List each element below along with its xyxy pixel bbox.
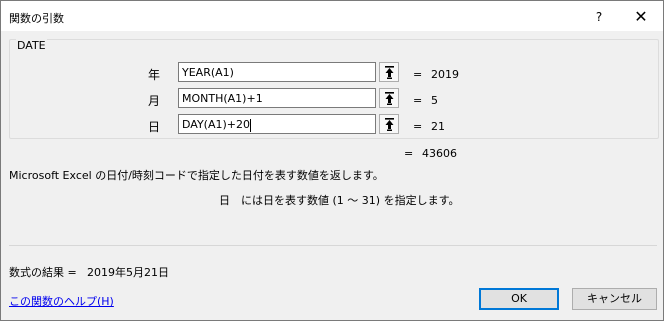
dialog-title: 関数の引数 bbox=[9, 12, 64, 25]
ok-button[interactable]: OK bbox=[479, 288, 559, 310]
title-bar: 関数の引数 ? ✕ bbox=[1, 1, 663, 31]
arg-input-year[interactable]: YEAR(A1) bbox=[178, 62, 376, 82]
arg-eq-month: = bbox=[413, 94, 423, 107]
arg-input-month[interactable]: MONTH(A1)+1 bbox=[178, 88, 376, 108]
arg-result-month: 5 bbox=[431, 94, 438, 107]
formula-result-label: 数式の結果 = bbox=[9, 266, 77, 279]
cancel-button[interactable]: キャンセル bbox=[572, 288, 657, 310]
function-result-eq: = bbox=[404, 147, 414, 160]
help-button[interactable]: ? bbox=[589, 7, 609, 27]
argument-description-text: には日を表す数値 (1 ～ 31) を指定します。 bbox=[241, 194, 460, 207]
arg-result-day: 21 bbox=[431, 120, 445, 133]
collapse-button-year[interactable] bbox=[379, 62, 399, 82]
arg-value-year: YEAR(A1) bbox=[182, 66, 234, 79]
arg-eq-year: = bbox=[413, 68, 423, 81]
arg-result-year: 2019 bbox=[431, 68, 459, 81]
arg-label-year: 年 bbox=[147, 68, 160, 82]
collapse-dialog-icon bbox=[385, 66, 394, 79]
collapse-dialog-icon bbox=[385, 92, 394, 105]
arg-label-month: 月 bbox=[147, 94, 160, 108]
function-arguments-dialog: 関数の引数 ? ✕ DATE 年 YEAR(A1) = 2019 月 MONTH… bbox=[0, 0, 664, 321]
formula-result-value: 2019年5月21日 bbox=[87, 266, 169, 279]
function-arguments-group: DATE 年 YEAR(A1) = 2019 月 MONTH(A1)+1 = 5… bbox=[9, 39, 659, 139]
collapse-dialog-icon bbox=[385, 118, 394, 131]
function-help-link[interactable]: この関数のヘルプ(H) bbox=[9, 293, 114, 309]
function-description: Microsoft Excel の日付/時刻コードで指定した日付を表す数値を返し… bbox=[9, 169, 384, 182]
close-button[interactable]: ✕ bbox=[631, 7, 651, 27]
collapse-button-month[interactable] bbox=[379, 88, 399, 108]
function-result-value: 43606 bbox=[422, 147, 457, 160]
arg-value-month: MONTH(A1)+1 bbox=[182, 92, 263, 105]
function-name: DATE bbox=[16, 39, 47, 52]
arg-value-day: DAY(A1)+20 bbox=[182, 118, 250, 131]
arg-eq-day: = bbox=[413, 120, 423, 133]
arg-label-day: 日 bbox=[147, 120, 160, 134]
argument-description-name: 日 bbox=[219, 194, 230, 207]
arg-input-day[interactable]: DAY(A1)+20 bbox=[178, 114, 376, 134]
collapse-button-day[interactable] bbox=[379, 114, 399, 134]
separator bbox=[9, 245, 657, 246]
text-caret bbox=[250, 118, 251, 132]
